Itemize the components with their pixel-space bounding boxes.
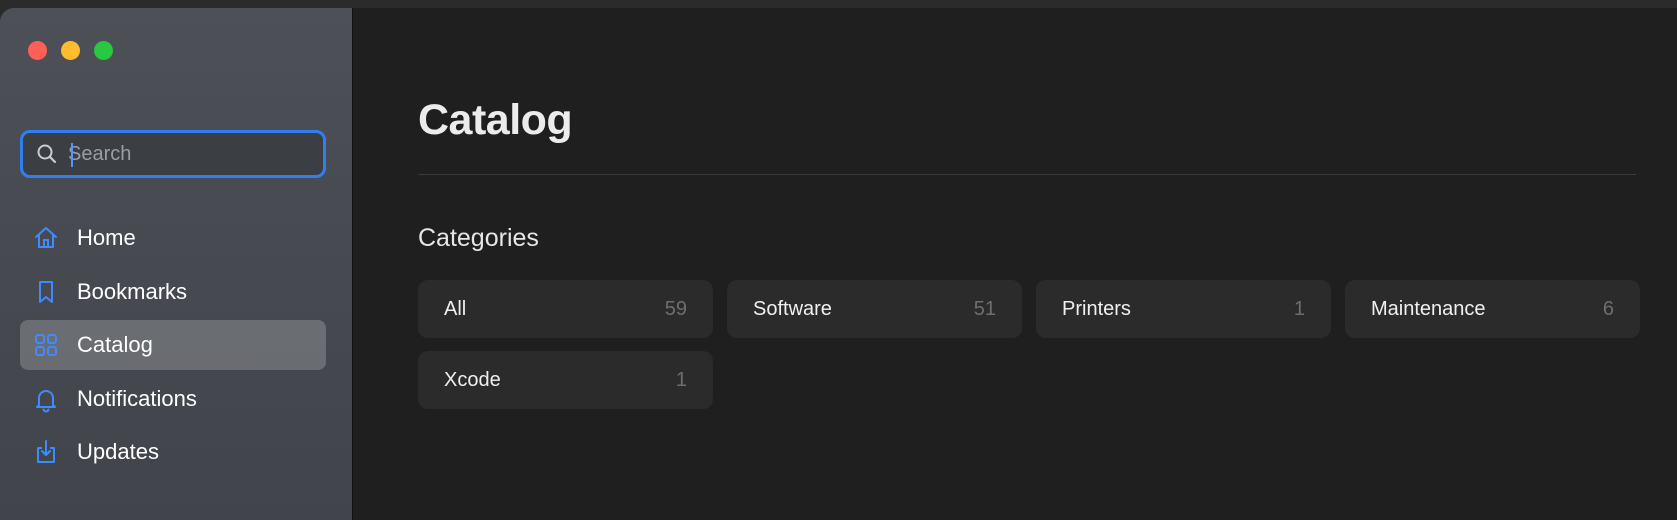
window-close-button[interactable]: [28, 41, 47, 60]
sidebar-item-label: Home: [77, 225, 136, 250]
category-name: All: [444, 297, 467, 320]
section-title-categories: Categories: [418, 224, 539, 252]
category-name: Printers: [1062, 297, 1131, 320]
sidebar-nav: Home Bookmarks Catalog Notifications Upd…: [20, 213, 326, 481]
bookmark-icon: [39, 280, 53, 303]
category-count: 1: [675, 368, 687, 391]
category-card-software[interactable]: Software 51: [727, 280, 1022, 338]
sidebar-item-label: Updates: [77, 439, 159, 464]
house-icon: [35, 227, 57, 248]
download-tray-icon: [37, 440, 55, 463]
title-divider: [418, 174, 1636, 175]
category-count: 6: [1602, 297, 1614, 320]
category-name: Software: [753, 297, 832, 320]
category-count: 1: [1293, 297, 1305, 320]
text-caret: [71, 143, 73, 167]
main-content: Catalog Categories All 59 Software 51 Pr…: [353, 8, 1677, 520]
search-input[interactable]: [68, 142, 278, 166]
sidebar-item-label: Catalog: [77, 332, 153, 357]
sidebar-item-updates[interactable]: Updates: [20, 427, 326, 477]
category-card-all[interactable]: All 59: [418, 280, 713, 338]
category-count: 51: [973, 297, 996, 320]
app-window: Home Bookmarks Catalog: [0, 8, 1677, 520]
category-count: 59: [664, 297, 687, 320]
category-card-xcode[interactable]: Xcode 1: [418, 351, 713, 409]
sidebar-item-label: Notifications: [77, 385, 197, 411]
sidebar: Home Bookmarks Catalog: [0, 8, 353, 520]
sidebar-item-label: Bookmarks: [77, 278, 188, 304]
grid-icon: [35, 334, 57, 356]
sidebar-item-home[interactable]: Home: [20, 213, 326, 263]
category-card-maintenance[interactable]: Maintenance 6: [1345, 280, 1640, 338]
category-card-printers[interactable]: Printers 1: [1036, 280, 1331, 338]
category-grid: All 59 Software 51 Printers 1 Maintenanc…: [418, 280, 1640, 409]
sidebar-item-catalog[interactable]: Catalog: [20, 320, 326, 370]
magnifying-glass-icon: [37, 144, 57, 164]
sidebar-item-bookmarks[interactable]: Bookmarks: [20, 267, 326, 317]
page-title: Catalog: [418, 96, 573, 144]
window-zoom-button[interactable]: [94, 41, 113, 60]
bell-icon: [36, 389, 56, 412]
window-minimize-button[interactable]: [61, 41, 80, 60]
sidebar-item-notifications[interactable]: Notifications: [20, 374, 326, 424]
category-name: Maintenance: [1371, 297, 1486, 320]
category-name: Xcode: [444, 368, 501, 391]
search-field[interactable]: [20, 130, 326, 178]
